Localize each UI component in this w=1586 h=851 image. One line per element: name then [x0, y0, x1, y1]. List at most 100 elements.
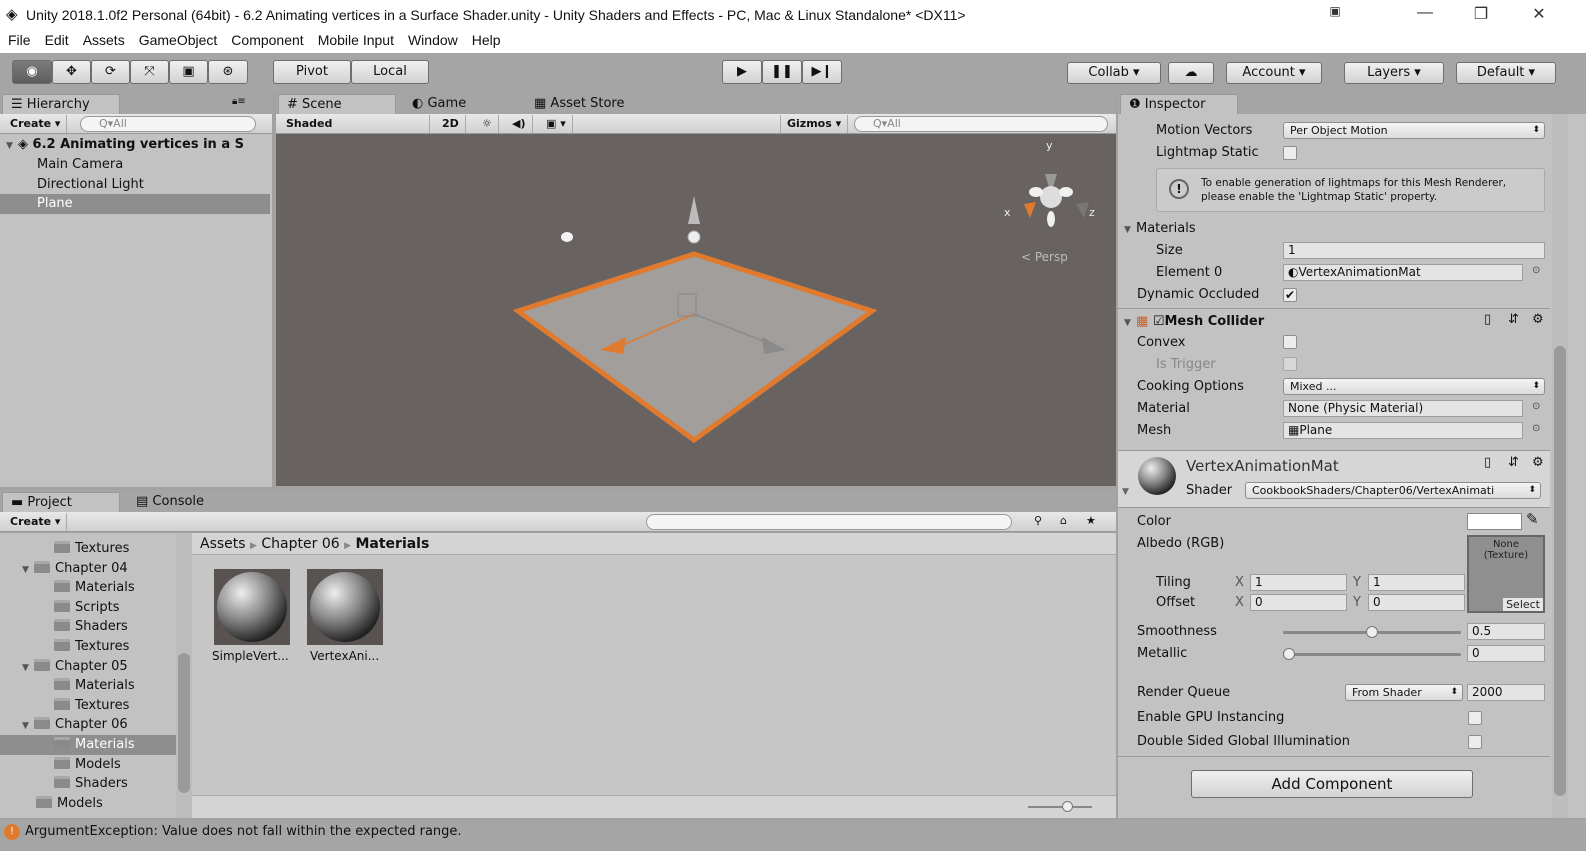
- expand-triangle-icon[interactable]: ▼: [1122, 487, 1129, 497]
- audio-toggle[interactable]: ◀): [506, 115, 533, 133]
- physic-material-field[interactable]: None (Physic Material): [1283, 400, 1523, 417]
- rotate-tool-button[interactable]: ⟳: [91, 60, 130, 84]
- menu-window[interactable]: Window: [400, 30, 464, 48]
- hierarchy-item-selected[interactable]: Plane: [0, 194, 270, 214]
- selected-plane[interactable]: [512, 251, 878, 444]
- object-picker-icon[interactable]: ⊙: [1532, 265, 1540, 276]
- hierarchy-item[interactable]: Main Camera: [0, 155, 272, 175]
- layout-dropdown[interactable]: Default ▾: [1456, 62, 1556, 84]
- scrollbar-thumb[interactable]: [1554, 346, 1566, 796]
- render-queue-field[interactable]: 2000: [1467, 684, 1545, 701]
- tiling-x-field[interactable]: 1: [1250, 574, 1347, 591]
- help-book-icon[interactable]: ▯: [1484, 455, 1491, 470]
- hierarchy-item[interactable]: Directional Light: [0, 175, 272, 195]
- tab-inspector[interactable]: ❶ Inspector: [1120, 94, 1238, 114]
- menu-help[interactable]: Help: [464, 30, 507, 48]
- offset-y-field[interactable]: 0: [1368, 594, 1465, 611]
- icon-size-slider-thumb[interactable]: [1062, 801, 1073, 812]
- shader-dropdown[interactable]: CookbookShaders/Chapter06/VertexAnimati: [1245, 482, 1541, 499]
- tab-console[interactable]: ▤ Console: [128, 492, 212, 512]
- layers-dropdown[interactable]: Layers ▾: [1344, 62, 1444, 84]
- scale-tool-button[interactable]: ⤧: [130, 60, 169, 84]
- asset-item[interactable]: [214, 569, 290, 645]
- minimize-button[interactable]: —: [1410, 4, 1440, 26]
- folder-tree-item[interactable]: ▼ Chapter 05: [0, 657, 176, 677]
- collab-button[interactable]: Collab ▾: [1067, 62, 1161, 84]
- menu-file[interactable]: File: [0, 30, 37, 48]
- object-picker-icon[interactable]: ⊙: [1532, 401, 1540, 412]
- project-create-button[interactable]: Create ▾: [4, 513, 68, 531]
- render-queue-dropdown[interactable]: From Shader: [1345, 684, 1463, 701]
- offset-x-field[interactable]: 0: [1250, 594, 1347, 611]
- perspective-label[interactable]: < Persp: [1021, 250, 1068, 264]
- orientation-gizmo[interactable]: [1024, 174, 1089, 227]
- preset-icon[interactable]: ⇵: [1508, 312, 1519, 327]
- tab-project[interactable]: ▬ Project: [2, 492, 120, 512]
- scrollbar-thumb[interactable]: [178, 653, 190, 793]
- metallic-slider-thumb[interactable]: [1283, 648, 1295, 660]
- folder-tree-item[interactable]: Textures: [0, 637, 176, 657]
- window-extra-icon[interactable]: ▣: [1320, 4, 1350, 26]
- mesh-collider-enabled-checkbox[interactable]: ☑: [1153, 314, 1165, 329]
- folder-tree-item[interactable]: Materials: [0, 676, 176, 696]
- convex-checkbox[interactable]: [1283, 335, 1297, 349]
- tree-scrollbar[interactable]: [176, 533, 192, 818]
- folder-tree-item[interactable]: Materials: [0, 578, 176, 598]
- metallic-slider[interactable]: [1283, 648, 1461, 660]
- hierarchy-create-button[interactable]: Create ▾: [4, 115, 68, 133]
- rect-tool-button[interactable]: ▣: [169, 60, 208, 84]
- gear-icon[interactable]: ⚙: [1532, 312, 1544, 327]
- folder-tree-item[interactable]: Materials: [0, 735, 176, 755]
- expand-triangle-icon[interactable]: ▼: [22, 716, 34, 736]
- status-bar[interactable]: ! ArgumentException: Value does not fall…: [0, 820, 1586, 851]
- dynamic-occluded-checkbox[interactable]: ✔: [1283, 288, 1297, 302]
- pause-button[interactable]: ❚❚: [762, 60, 802, 84]
- inspector-scrollbar[interactable]: [1552, 114, 1568, 818]
- gpu-instancing-checkbox[interactable]: [1468, 711, 1482, 725]
- mesh-collider-header[interactable]: ▼ ▦ ☑Mesh Collider: [1124, 314, 1264, 329]
- element0-field[interactable]: ◐VertexAnimationMat: [1283, 264, 1523, 281]
- lightmap-static-checkbox[interactable]: [1283, 146, 1297, 160]
- tab-hierarchy[interactable]: ☰ Hierarchy: [2, 94, 120, 114]
- local-button[interactable]: Local: [351, 60, 429, 84]
- materials-foldout[interactable]: ▼ Materials: [1124, 221, 1196, 236]
- account-dropdown[interactable]: Account ▾: [1226, 62, 1322, 84]
- double-sided-gi-checkbox[interactable]: [1468, 735, 1482, 749]
- maximize-button[interactable]: ❐: [1466, 4, 1496, 26]
- breadcrumb-chapter06[interactable]: Chapter 06: [261, 536, 339, 552]
- help-book-icon[interactable]: ▯: [1484, 312, 1491, 327]
- tiling-y-field[interactable]: 1: [1368, 574, 1465, 591]
- gizmos-dropdown[interactable]: Gizmos ▾: [780, 115, 849, 133]
- shading-mode-dropdown[interactable]: Shaded: [280, 115, 430, 133]
- folder-tree-item[interactable]: Models: [0, 755, 176, 775]
- asset-item[interactable]: [307, 569, 383, 645]
- scene-viewport[interactable]: y x z < Persp: [276, 134, 1116, 486]
- transform-tool-button[interactable]: ⊛: [208, 60, 248, 84]
- move-tool-button[interactable]: ✥: [52, 60, 91, 84]
- smoothness-field[interactable]: 0.5: [1467, 623, 1545, 640]
- metallic-field[interactable]: 0: [1467, 645, 1545, 662]
- lighting-toggle[interactable]: ☼: [476, 115, 499, 133]
- eyedropper-icon[interactable]: ✎: [1526, 510, 1539, 528]
- scene-search-input[interactable]: Q▾All: [854, 116, 1108, 132]
- filter-label-icon[interactable]: ⌂: [1060, 514, 1067, 527]
- smoothness-slider[interactable]: [1283, 626, 1461, 638]
- folder-tree-item[interactable]: ▼ Chapter 06: [0, 715, 176, 735]
- breadcrumb-assets[interactable]: Assets: [200, 536, 246, 552]
- texture-select-button[interactable]: Select: [1503, 598, 1543, 611]
- filter-type-icon[interactable]: ⚲: [1034, 514, 1042, 527]
- smoothness-slider-thumb[interactable]: [1366, 626, 1378, 638]
- hierarchy-search-input[interactable]: Q▾All: [80, 116, 256, 132]
- close-button[interactable]: ✕: [1524, 4, 1554, 26]
- folder-tree-item[interactable]: Textures: [0, 696, 176, 716]
- folder-tree-item[interactable]: Shaders: [0, 774, 176, 794]
- folder-tree-item[interactable]: ▼ Chapter 04: [0, 559, 176, 579]
- menu-edit[interactable]: Edit: [37, 30, 75, 48]
- folder-tree-item[interactable]: Models: [0, 794, 176, 814]
- folder-tree-item[interactable]: Scripts: [0, 598, 176, 618]
- step-button[interactable]: ▶❙: [802, 60, 842, 84]
- preset-icon[interactable]: ⇵: [1508, 455, 1519, 470]
- tab-game[interactable]: ◐ Game: [404, 94, 474, 114]
- play-button[interactable]: ▶: [722, 60, 762, 84]
- albedo-texture-slot[interactable]: None (Texture) Select: [1467, 535, 1545, 613]
